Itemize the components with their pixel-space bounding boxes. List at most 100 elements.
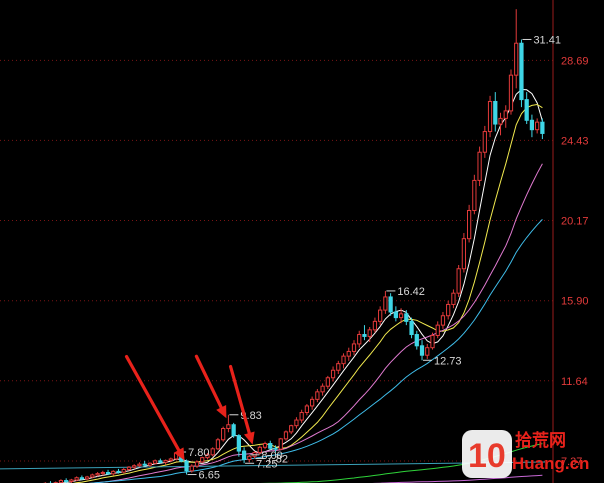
candle-body xyxy=(446,303,451,317)
candle-body xyxy=(325,377,330,387)
callout-label: 16.42 xyxy=(397,286,425,298)
candle-body xyxy=(330,369,336,379)
candle-body xyxy=(64,480,69,483)
candle-body xyxy=(409,320,414,336)
candle-body xyxy=(351,343,357,352)
candle-body xyxy=(163,459,168,463)
candle-body xyxy=(241,450,247,461)
candle-body xyxy=(508,74,514,112)
candle-body xyxy=(357,334,362,345)
y-tick-label: 20.17 xyxy=(561,215,589,227)
candle-body xyxy=(362,334,367,337)
candle-body xyxy=(529,119,535,131)
candle-body xyxy=(535,121,540,131)
candle-body xyxy=(315,391,320,400)
candle-body xyxy=(367,329,372,337)
candle-body xyxy=(142,463,147,466)
candle-body xyxy=(472,179,477,211)
ma-line-20 xyxy=(88,163,543,483)
candle-body xyxy=(404,313,409,322)
watermark: 10 拾荒网 Huang.cn xyxy=(462,430,589,478)
candle-body xyxy=(440,315,446,326)
candle-body xyxy=(289,425,294,433)
candle-body xyxy=(189,465,194,472)
candle-body xyxy=(79,477,85,480)
candle-body xyxy=(487,100,493,133)
candle-body xyxy=(69,479,74,482)
candle-body xyxy=(58,480,64,483)
candle-body xyxy=(461,238,467,270)
arrow-shaft xyxy=(194,354,223,410)
candle-body xyxy=(304,405,310,414)
candle-body xyxy=(226,424,231,429)
candle-body xyxy=(84,476,90,480)
y-tick-label: 15.90 xyxy=(561,296,589,308)
candle-body xyxy=(278,438,283,450)
moving-average-lines xyxy=(0,88,546,483)
candle-body xyxy=(336,363,341,371)
candle-body xyxy=(383,296,388,311)
candle-body xyxy=(215,439,221,450)
candle-body xyxy=(514,42,519,76)
candle-body xyxy=(540,121,545,134)
candle-body xyxy=(435,324,440,336)
candle-body xyxy=(430,334,435,349)
y-tick-label: 28.69 xyxy=(561,55,589,67)
candle-body xyxy=(268,443,273,449)
candle-body xyxy=(137,463,142,467)
candle-body xyxy=(153,460,158,464)
callout-label: 31.41 xyxy=(533,34,561,46)
candle-body xyxy=(231,424,236,437)
candle-body xyxy=(116,470,121,473)
candle-body xyxy=(524,99,529,121)
y-tick-label: 24.43 xyxy=(561,135,589,147)
candle-body xyxy=(247,455,252,461)
candle-body xyxy=(283,431,289,440)
price-callouts: 31.4116.4212.739.837.828.007.257.806.65 xyxy=(177,34,561,482)
candle-body xyxy=(341,355,346,365)
candle-body xyxy=(90,474,95,478)
candle-body xyxy=(100,471,105,475)
candle-body xyxy=(419,345,425,356)
candle-body xyxy=(372,320,378,331)
arrow-shaft xyxy=(124,354,181,452)
candle-body xyxy=(482,131,487,153)
callout-label: 7.80 xyxy=(188,447,209,459)
red-arrows xyxy=(124,354,255,461)
candle-body xyxy=(168,458,173,461)
watermark-logo-icon: 10 xyxy=(462,430,512,478)
candle-body xyxy=(477,151,482,181)
candle-body xyxy=(388,296,393,313)
watermark-logo-text: 10 xyxy=(468,437,506,475)
candle-body xyxy=(414,334,419,347)
y-axis-tick-labels: 7.3711.6415.9020.1724.4328.69 xyxy=(561,55,589,468)
candle-body xyxy=(398,313,404,319)
candle-body xyxy=(184,460,189,472)
callout-label: 6.65 xyxy=(199,470,220,482)
candle-body xyxy=(194,461,200,467)
candle-body xyxy=(299,412,304,421)
candle-body xyxy=(121,468,126,473)
candle-body xyxy=(294,419,299,427)
candle-body xyxy=(346,350,351,357)
candle-body xyxy=(378,309,383,322)
candle-body xyxy=(210,448,215,456)
callout-label: 7.25 xyxy=(256,458,277,470)
candle-body xyxy=(262,443,268,448)
candle-body xyxy=(74,477,79,481)
candle-body xyxy=(158,460,163,463)
callout-label: 12.73 xyxy=(434,355,462,367)
candle-body xyxy=(393,311,398,319)
candle-body xyxy=(126,466,132,470)
candlesticks xyxy=(43,9,545,483)
y-tick-label: 11.64 xyxy=(561,376,588,388)
candle-body xyxy=(456,268,461,294)
candle-body xyxy=(498,117,503,125)
arrow-head xyxy=(244,431,255,445)
candle-body xyxy=(105,471,111,475)
candle-body xyxy=(147,462,153,466)
candle-body xyxy=(466,209,472,240)
ma-line-5 xyxy=(59,88,543,483)
candle-body xyxy=(451,292,456,305)
candle-body xyxy=(132,465,137,468)
